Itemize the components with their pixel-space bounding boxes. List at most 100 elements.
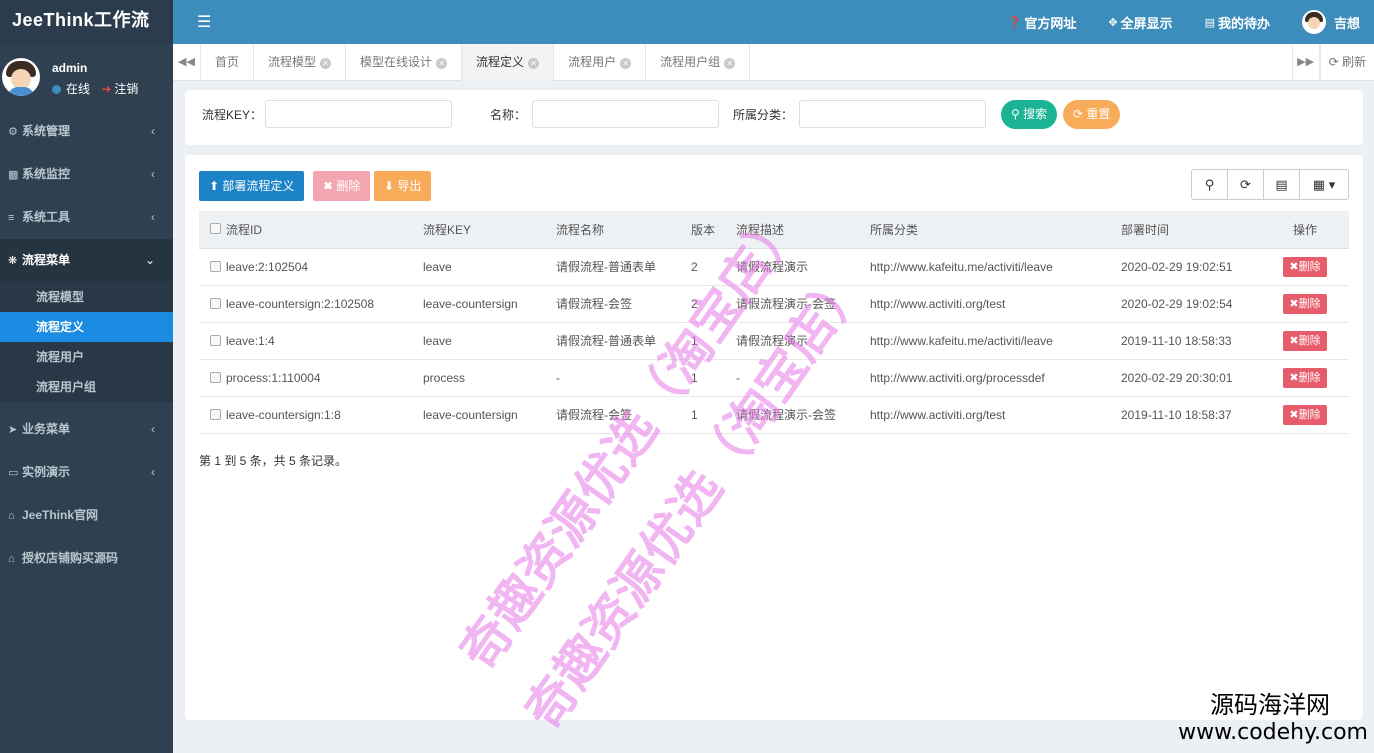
column-header[interactable]: 流程ID: [226, 211, 423, 249]
cell-deploy-time: 2020-02-29 20:30:01: [1121, 359, 1261, 397]
sidebar-subitem-process-user[interactable]: 流程用户: [0, 342, 173, 372]
menu-toggle-icon[interactable]: ☰: [197, 12, 211, 32]
cell-process-name: 请假流程-会签: [556, 396, 691, 434]
cell-version: 1: [691, 396, 736, 434]
cell-process-name: -: [556, 359, 691, 397]
sidebar-item-demo[interactable]: ▭ 实例演示 ‹: [0, 451, 173, 494]
cell-category: http://www.kafeitu.me/activiti/leave: [870, 248, 1121, 286]
cell-description: 请假流程演示: [736, 248, 870, 286]
category-input[interactable]: [799, 100, 986, 128]
close-icon[interactable]: ✕: [620, 58, 632, 69]
column-header[interactable]: 流程名称: [556, 211, 691, 249]
tab-process-model[interactable]: 流程模型 ✕: [254, 44, 347, 81]
avatar: [1301, 10, 1326, 34]
sidebar-item-system-monitor[interactable]: ▩ 系统监控 ‹: [0, 153, 173, 196]
cell-process-id: leave-countersign:1:8: [226, 396, 423, 434]
chevron-down-icon: ⌄: [144, 253, 155, 267]
row-delete-button[interactable]: ✖删除: [1283, 367, 1327, 388]
sidebar-subitem-process-definition[interactable]: 流程定义: [0, 312, 173, 342]
table-tools: ⚲ ⟳ ▤ ▦ ▾: [1191, 169, 1349, 200]
tab-process-definition[interactable]: 流程定义 ✕: [462, 44, 555, 81]
row-checkbox[interactable]: [210, 260, 221, 272]
process-submenu: 流程模型 流程定义 流程用户 流程用户组: [0, 282, 173, 402]
tab-scroll-left-icon[interactable]: ◀◀: [173, 44, 201, 81]
select-all-checkbox[interactable]: [210, 223, 221, 235]
process-key-input[interactable]: [265, 100, 452, 128]
row-checkbox[interactable]: [210, 334, 221, 346]
column-header[interactable]: 流程描述: [736, 211, 870, 249]
cell-process-key: leave-countersign: [423, 396, 556, 434]
search-button[interactable]: ⚲ 搜索: [1001, 100, 1058, 129]
online-dot-icon: [52, 85, 61, 94]
brand-title[interactable]: JeeThink工作流: [0, 0, 173, 44]
refresh-button[interactable]: ⟳: [1228, 170, 1264, 199]
close-icon: ✖: [1289, 297, 1299, 310]
user-name: admin: [52, 61, 88, 75]
cell-process-key: leave: [423, 322, 556, 360]
sidebar-item-system-tools[interactable]: ≡ 系统工具 ‹: [0, 196, 173, 239]
download-icon: ⬇: [384, 179, 395, 193]
export-button[interactable]: ⬇ 导出: [374, 171, 432, 201]
deploy-process-button[interactable]: ⬆ 部署流程定义: [199, 171, 305, 201]
sidebar-item-business-menu[interactable]: ➤ 业务菜单 ‹: [0, 408, 173, 451]
tasks-icon: ▤: [1204, 16, 1215, 29]
chevron-left-icon: ‹: [151, 465, 155, 479]
search-toggle-button[interactable]: ⚲: [1192, 170, 1228, 199]
column-header[interactable]: 流程KEY: [423, 211, 556, 249]
columns-dropdown-button[interactable]: ▦ ▾: [1300, 170, 1348, 199]
sign-out-icon[interactable]: ➜: [101, 82, 111, 96]
tab-process-usergroup[interactable]: 流程用户组 ✕: [646, 44, 751, 81]
column-header: 操作: [1261, 211, 1349, 249]
fullscreen-button[interactable]: ✥ 全屏显示: [1108, 13, 1172, 32]
name-input[interactable]: [532, 100, 719, 128]
user-menu[interactable]: 吉想: [1301, 10, 1360, 34]
delete-button[interactable]: ✖ 删除: [313, 171, 371, 201]
th-icon: ▦: [1312, 177, 1326, 192]
row-delete-button[interactable]: ✖删除: [1283, 404, 1327, 425]
sidebar-subitem-process-model[interactable]: 流程模型: [0, 282, 173, 312]
toggle-view-button[interactable]: ▤: [1264, 170, 1300, 199]
row-checkbox[interactable]: [210, 297, 221, 309]
close-icon[interactable]: ✕: [528, 58, 540, 69]
upload-icon: ⬆: [209, 179, 220, 193]
chevron-left-icon: ‹: [151, 422, 155, 436]
tab-scroll-right-icon[interactable]: ▶▶: [1291, 44, 1320, 81]
sidebar-item-process-menu[interactable]: ❋ 流程菜单 ⌄: [0, 239, 173, 282]
site-watermark-url: www.codehy.com: [1178, 720, 1368, 745]
search-icon: ⚲: [1011, 107, 1020, 121]
row-checkbox[interactable]: [210, 371, 221, 383]
logout-link[interactable]: 注销: [114, 82, 138, 96]
reset-button[interactable]: ⟳ 重置: [1063, 100, 1121, 129]
row-delete-button[interactable]: ✖删除: [1283, 293, 1327, 314]
row-delete-button[interactable]: ✖删除: [1283, 330, 1327, 351]
chevron-left-icon: ‹: [151, 124, 155, 138]
my-todo-link[interactable]: ▤ 我的待办: [1205, 13, 1270, 32]
cell-category: http://www.kafeitu.me/activiti/leave: [870, 322, 1121, 360]
close-icon[interactable]: ✕: [724, 58, 736, 69]
close-icon[interactable]: ✕: [320, 58, 332, 69]
list-icon: ▤: [1275, 177, 1288, 192]
category-label: 所属分类：: [733, 108, 794, 122]
column-header[interactable]: 版本: [691, 211, 736, 249]
sidebar-item-official-site[interactable]: ⌂ JeeThink官网: [0, 494, 173, 537]
cell-category: http://www.activiti.org/processdef: [870, 359, 1121, 397]
tab-refresh-button[interactable]: ⟳ 刷新: [1319, 44, 1374, 81]
sidebar-subitem-process-usergroup[interactable]: 流程用户组: [0, 372, 173, 402]
tab-process-user[interactable]: 流程用户 ✕: [554, 44, 647, 81]
tab-home[interactable]: 首页: [201, 44, 255, 81]
official-site-link[interactable]: ❓ 官方网址: [1008, 13, 1077, 32]
close-icon: ✖: [1289, 371, 1299, 384]
row-delete-button[interactable]: ✖删除: [1283, 256, 1327, 277]
close-icon[interactable]: ✕: [436, 58, 448, 69]
cell-description: 请假流程演示-会签: [736, 285, 870, 323]
column-header[interactable]: 所属分类: [870, 211, 1121, 249]
table-row: leave:2:102504 leave 请假流程-普通表单 2 请假流程演示 …: [199, 248, 1349, 286]
question-circle-icon: ❓: [1007, 16, 1022, 29]
sidebar-item-system-admin[interactable]: ⚙ 系统管理 ‹: [0, 110, 173, 153]
column-header[interactable]: 部署时间: [1121, 211, 1261, 249]
sidebar-item-buy-source[interactable]: ⌂ 授权店铺购买源码: [0, 537, 173, 580]
tab-model-online-design[interactable]: 模型在线设计 ✕: [346, 44, 463, 81]
gear-icon: ⚙: [8, 126, 18, 138]
row-checkbox[interactable]: [210, 408, 221, 420]
site-watermark-name: 源码海洋网: [1210, 691, 1330, 719]
